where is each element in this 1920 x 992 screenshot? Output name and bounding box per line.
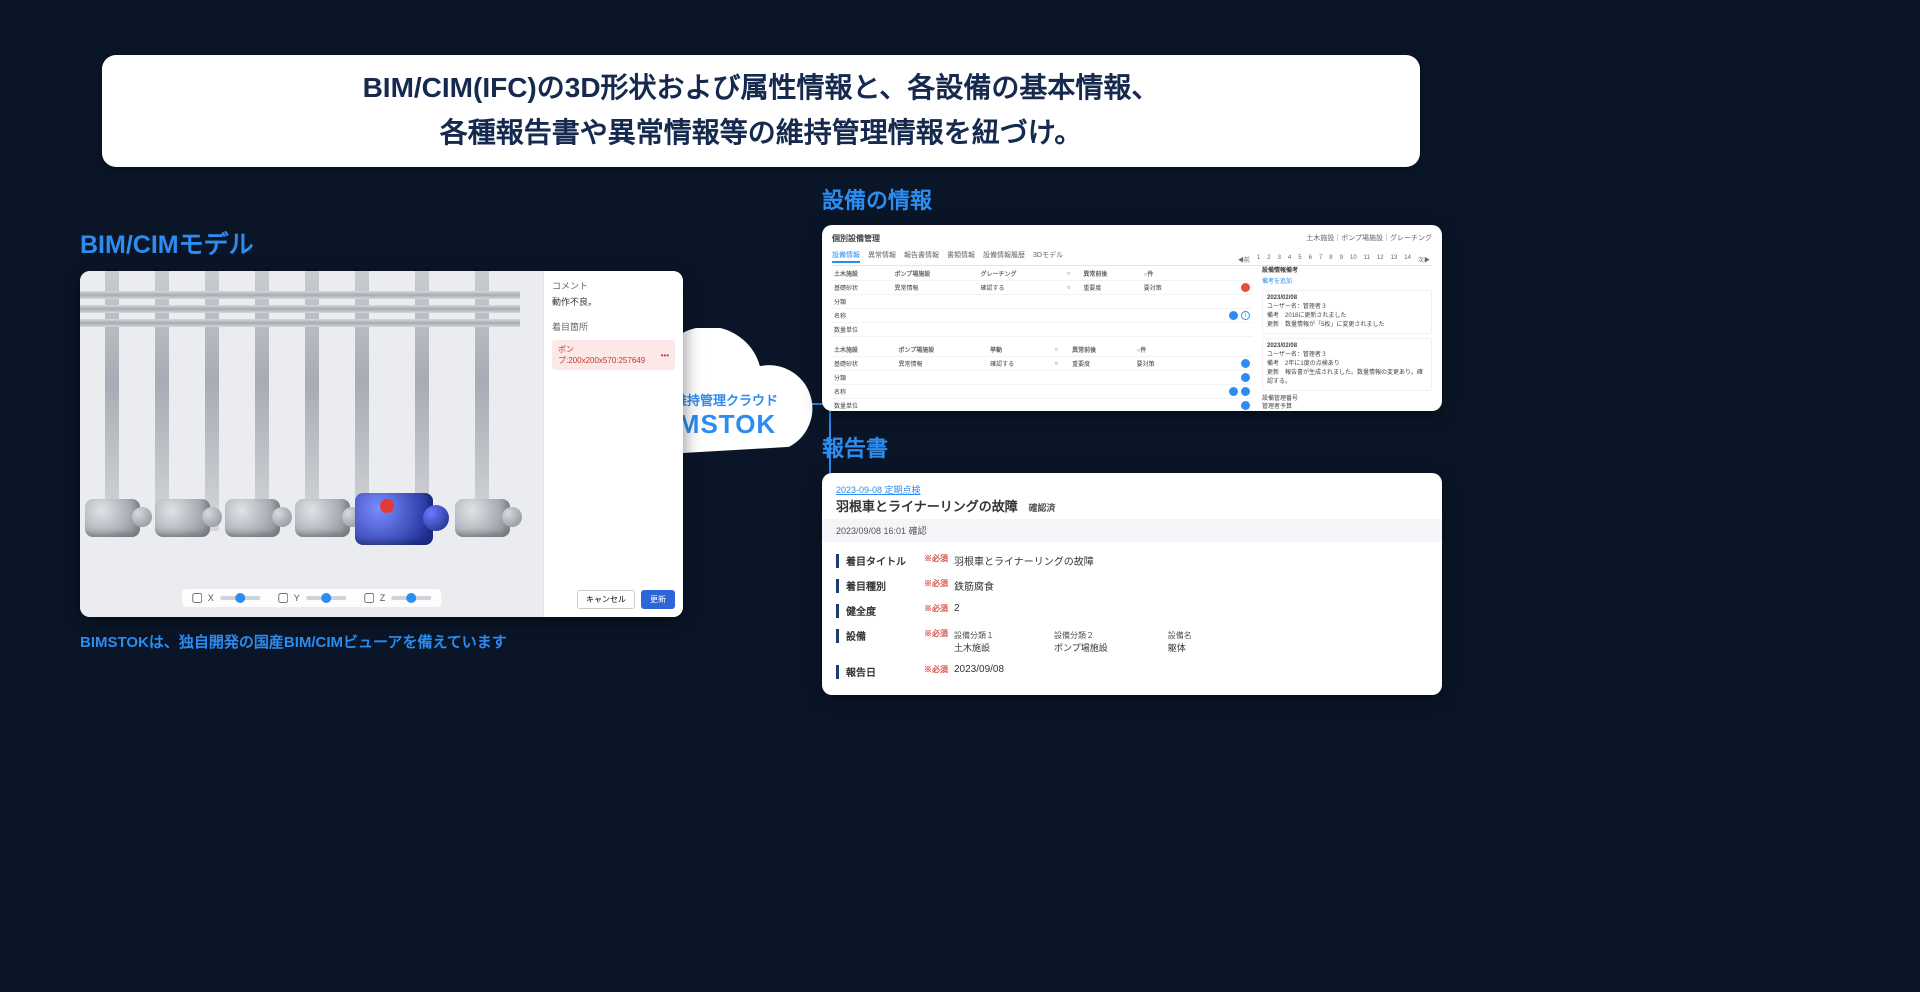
info-crumb-title: 個別設備管理 bbox=[832, 233, 880, 244]
pager-7[interactable]: 7 bbox=[1317, 255, 1324, 264]
pager-9[interactable]: 9 bbox=[1338, 255, 1345, 264]
bim-caption: BIMSTOKは、独自開発の国産BIM/CIMビューアを備えています bbox=[80, 631, 683, 652]
bim-section-title: BIM/CIMモデル bbox=[80, 225, 683, 261]
pager-12[interactable]: 12 bbox=[1375, 255, 1386, 264]
report-meta[interactable]: 2023-09-08 定期点検 bbox=[836, 485, 921, 495]
table-row[interactable]: 分類 bbox=[832, 371, 1252, 385]
note-b: 2023/02/08 ユーザー名：管理者３ 備考 2年に1度の点検あり 更新 報… bbox=[1262, 338, 1432, 391]
pager-1[interactable]: 1 bbox=[1255, 255, 1262, 264]
table-row[interactable]: 分類 bbox=[832, 295, 1252, 309]
pager-10[interactable]: 10 bbox=[1348, 255, 1359, 264]
field-health: 健全度 ※必須 2 bbox=[836, 598, 1428, 623]
table-row[interactable]: 数量単位 bbox=[832, 399, 1252, 412]
report-confirm: 2023/09/08 16:01 確認 bbox=[822, 519, 1442, 542]
pager-次[interactable]: 次 bbox=[1416, 255, 1432, 264]
viewer-3d[interactable]: X Y Z bbox=[80, 271, 543, 617]
comment-value: 動作不良。 bbox=[552, 295, 675, 308]
pager-4[interactable]: 4 bbox=[1286, 255, 1293, 264]
table-row[interactable]: 名称i bbox=[832, 309, 1252, 323]
table-row[interactable]: 名称 bbox=[832, 385, 1252, 399]
bim-section: BIM/CIMモデル X Y Z bbox=[80, 225, 683, 652]
table-row[interactable]: 数量単位 bbox=[832, 323, 1252, 337]
bim-viewer-card: X Y Z コメント 動作不良。 着目箇所 ポンプ:200x200x570:25… bbox=[80, 271, 683, 617]
tab-anomaly[interactable]: 異常情報 bbox=[868, 250, 896, 263]
axis-x[interactable]: X bbox=[192, 593, 260, 603]
blue-dot-icon[interactable] bbox=[1229, 387, 1238, 396]
hit-chip-text: ポンプ:200x200x570:257649 bbox=[558, 344, 661, 366]
blue-dot-icon[interactable] bbox=[1241, 359, 1250, 368]
note-a: 2023/02/08 ユーザー名：管理者３ 備考 2018に更新されました 更新… bbox=[1262, 290, 1432, 334]
hit-label: 着目箇所 bbox=[552, 320, 675, 333]
white-dot-icon[interactable]: i bbox=[1241, 311, 1250, 320]
info-table-2: 土木施設ポンプ場施設挙動○異常前後○件基礎砂状異常情報確認する○重要度要対策分類… bbox=[832, 343, 1252, 411]
viewer-side-panel: コメント 動作不良。 着目箇所 ポンプ:200x200x570:257649 •… bbox=[543, 271, 683, 617]
field-date: 報告日 ※必須 2023/09/08 bbox=[836, 659, 1428, 684]
pager-11[interactable]: 11 bbox=[1362, 255, 1372, 264]
selected-pump bbox=[355, 493, 433, 545]
pager-3[interactable]: 3 bbox=[1276, 255, 1283, 264]
blue-dot-icon[interactable] bbox=[1241, 401, 1250, 410]
tab-docs[interactable]: 書類情報 bbox=[947, 250, 975, 263]
update-button[interactable]: 更新 bbox=[641, 590, 675, 609]
tab-equipment[interactable]: 設備情報 bbox=[832, 250, 860, 263]
report-section-title: 報告書 bbox=[822, 431, 1442, 463]
blue-dot-icon[interactable] bbox=[1241, 387, 1250, 396]
right-column: 設備の情報 個別設備管理 土木施設｜ポンプ場施設｜グレーチング 設備情報 異常情… bbox=[822, 183, 1442, 695]
blue-dot-icon[interactable] bbox=[1241, 373, 1250, 382]
field-kind: 着目種別 ※必須 鉄筋腐食 bbox=[836, 573, 1428, 598]
info-crumb-path: 土木施設｜ポンプ場施設｜グレーチング bbox=[1306, 233, 1432, 244]
report-title: 羽根車とライナーリングの故障 bbox=[836, 499, 1018, 514]
pager-14[interactable]: 14 bbox=[1402, 255, 1413, 264]
red-dot-icon[interactable] bbox=[1241, 283, 1250, 292]
report-card: 2023-09-08 定期点検 羽根車とライナーリングの故障 確認済 2023/… bbox=[822, 473, 1442, 695]
tab-report[interactable]: 報告書情報 bbox=[904, 250, 939, 263]
tab-history[interactable]: 設備情報履歴 bbox=[983, 250, 1025, 263]
pager-6[interactable]: 6 bbox=[1307, 255, 1314, 264]
equipment-info-card: 個別設備管理 土木施設｜ポンプ場施設｜グレーチング 設備情報 異常情報 報告書情… bbox=[822, 225, 1442, 411]
tab-3d[interactable]: 3Dモデル bbox=[1033, 250, 1063, 263]
hit-chip-more-icon[interactable]: ••• bbox=[661, 351, 669, 360]
blue-dot-icon[interactable] bbox=[1229, 311, 1238, 320]
pager-2[interactable]: 2 bbox=[1265, 255, 1272, 264]
axis-z[interactable]: Z bbox=[364, 593, 432, 603]
axis-y[interactable]: Y bbox=[278, 593, 346, 603]
cancel-button[interactable]: キャンセル bbox=[577, 590, 635, 609]
field-title: 着目タイトル ※必須 羽根車とライナーリングの故障 bbox=[836, 548, 1428, 573]
axis-slider-bar[interactable]: X Y Z bbox=[182, 589, 442, 607]
report-status: 確認済 bbox=[1029, 503, 1056, 513]
table-row[interactable]: 基礎砂状異常情報確認する○重要度要対策 bbox=[832, 357, 1252, 371]
comment-label: コメント bbox=[552, 279, 675, 292]
pager-5[interactable]: 5 bbox=[1296, 255, 1303, 264]
pager-前[interactable]: 前 bbox=[1236, 255, 1252, 264]
table-row[interactable]: 基礎砂状異常情報確認する○重要度要対策 bbox=[832, 281, 1252, 295]
pager-8[interactable]: 8 bbox=[1327, 255, 1334, 264]
info-section-title: 設備の情報 bbox=[822, 183, 1442, 215]
hit-chip[interactable]: ポンプ:200x200x570:257649 ••• bbox=[552, 340, 675, 370]
field-equip: 設備 ※必須 設備分類１土木施設設備分類２ポンプ場施設設備名躯体 bbox=[836, 623, 1428, 659]
info-table-1: 土木施設ポンプ場施設グレーチング○異常前後○件基礎砂状異常情報確認する○重要度要… bbox=[832, 267, 1252, 337]
selection-marker-icon bbox=[380, 499, 394, 513]
pager-13[interactable]: 13 bbox=[1389, 255, 1400, 264]
info-notes: 設備情報備考 備考を追加 2023/02/08 ユーザー名：管理者３ 備考 20… bbox=[1262, 267, 1432, 411]
